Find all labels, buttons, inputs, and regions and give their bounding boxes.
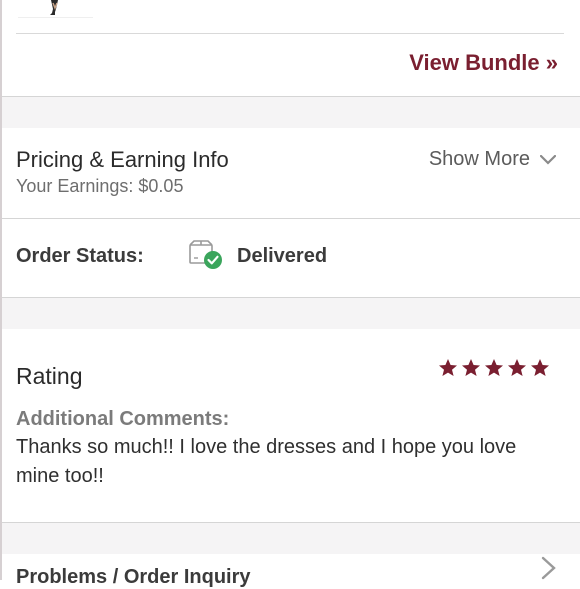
divider <box>2 218 580 219</box>
show-more-button[interactable]: Show More <box>429 148 556 171</box>
star-icon <box>531 359 549 376</box>
comment-text: Thanks so much!! I love the dresses and … <box>16 436 517 487</box>
additional-comments-label: Additional Comments: <box>16 408 230 430</box>
delivered-box-icon <box>189 240 222 269</box>
show-more-label: Show More <box>428 148 530 170</box>
order-status-label: Order Status: <box>16 245 144 267</box>
view-bundle-link[interactable]: View Bundle » <box>409 50 558 76</box>
divider <box>16 33 564 34</box>
star-icon <box>439 359 457 376</box>
your-earnings: Your Earnings: $0.05 <box>16 176 184 196</box>
order-details-screen: View Bundle » Pricing & Earning Info You… <box>0 0 580 588</box>
pricing-title: Pricing & Earning Info <box>16 147 229 172</box>
section-gap <box>2 97 580 128</box>
rating-title: Rating <box>16 363 83 389</box>
product-image-fragment <box>50 0 58 15</box>
star-icon <box>462 359 480 376</box>
star-icon <box>508 359 526 376</box>
problems-order-inquiry-link[interactable]: Problems / Order Inquiry <box>16 566 251 589</box>
pricing-section <box>2 128 580 218</box>
order-status-value: Delivered <box>237 245 328 267</box>
star-icon <box>485 359 503 376</box>
product-thumbnail[interactable] <box>18 0 93 18</box>
section-gap <box>2 298 580 329</box>
star-rating <box>438 358 550 378</box>
section-gap <box>2 523 580 554</box>
chevron-right-icon <box>541 556 556 580</box>
chevron-down-icon <box>540 154 556 165</box>
